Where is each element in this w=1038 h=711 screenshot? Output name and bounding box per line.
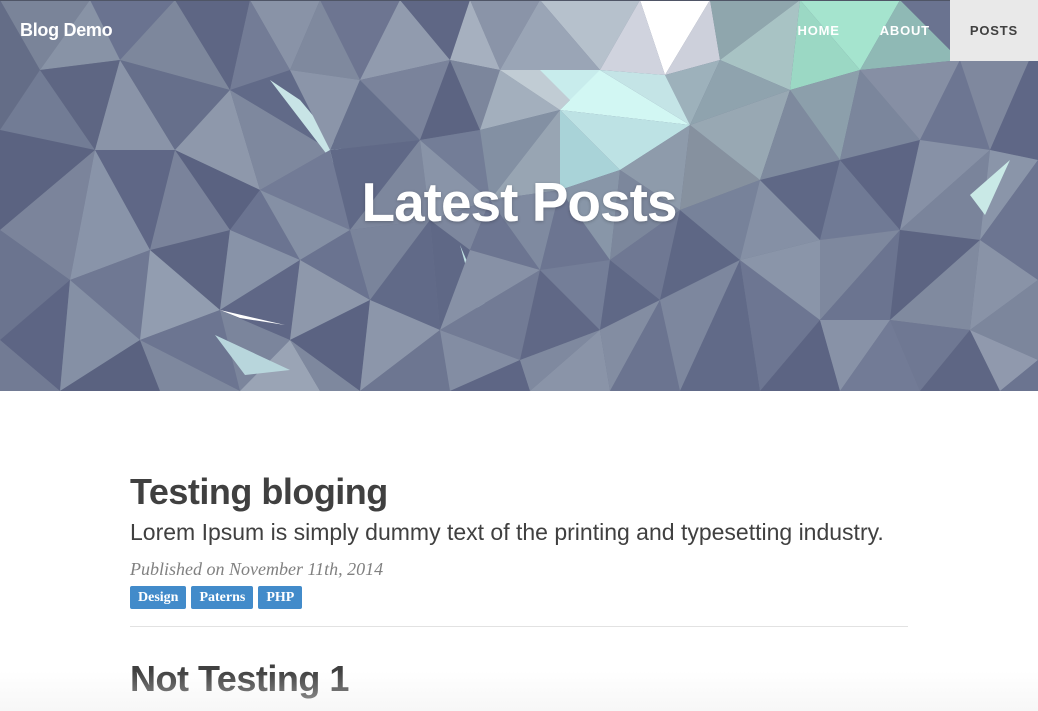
- post-subtitle[interactable]: Lorem Ipsum is simply dummy text of the …: [130, 516, 908, 548]
- tag-paterns[interactable]: Paterns: [191, 586, 254, 609]
- post-title-link[interactable]: Testing bloging: [130, 470, 908, 514]
- hero-header: Blog Demo HOME ABOUT POSTS Latest Posts: [0, 0, 1038, 391]
- post-divider: [130, 626, 908, 627]
- nav-about-link[interactable]: ABOUT: [860, 0, 950, 61]
- post-tags: Design Paterns PHP: [130, 586, 908, 609]
- post-list: Testing bloging Lorem Ipsum is simply du…: [130, 470, 908, 701]
- post-meta-date: Published on November 11th, 2014: [130, 559, 384, 579]
- post-preview: Not Testing 1: [130, 657, 908, 701]
- tag-php[interactable]: PHP: [258, 586, 303, 609]
- nav-posts-link[interactable]: POSTS: [949, 0, 1038, 61]
- main-navigation: HOME ABOUT POSTS: [778, 0, 1038, 61]
- brand-logo-link[interactable]: Blog Demo: [20, 20, 113, 41]
- post-title-link[interactable]: Not Testing 1: [130, 657, 908, 701]
- nav-home-link[interactable]: HOME: [778, 0, 860, 61]
- post-preview: Testing bloging Lorem Ipsum is simply du…: [130, 470, 908, 627]
- tag-design[interactable]: Design: [130, 586, 187, 609]
- page-title: Latest Posts: [361, 171, 677, 233]
- page: Blog Demo HOME ABOUT POSTS Latest Posts …: [0, 0, 1038, 711]
